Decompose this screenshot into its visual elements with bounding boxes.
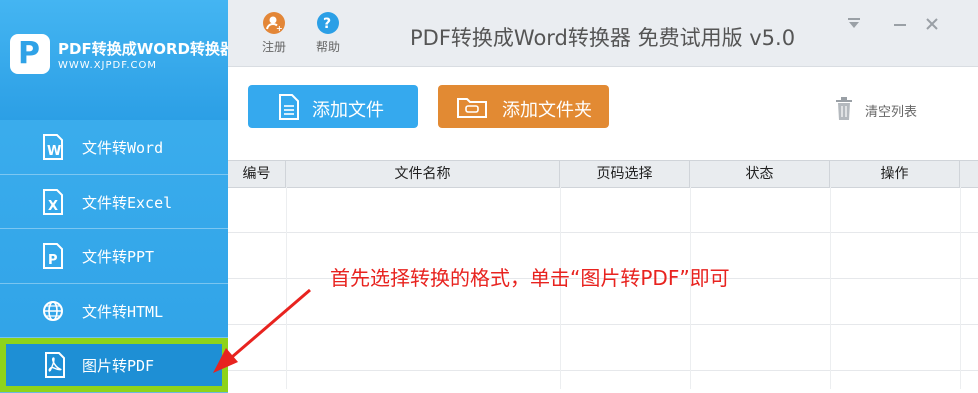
help-button[interactable]: ? 帮助: [308, 12, 348, 55]
sidebar-item-ppt[interactable]: P 文件转PPT: [0, 229, 228, 284]
add-file-button[interactable]: 添加文件: [248, 85, 418, 128]
table-row: [228, 325, 978, 371]
brand-title: PDF转换成WORD转换器: [58, 40, 235, 58]
register-button[interactable]: + 注册: [254, 12, 294, 55]
sidebar-nav: W 文件转Word X 文件转Excel P 文件转PPT 文件转HTML 图片…: [0, 120, 228, 393]
column-header-actions[interactable]: 操作: [830, 161, 960, 187]
sidebar-item-label: 文件转PPT: [82, 248, 155, 266]
help-icon: ?: [317, 12, 339, 34]
sidebar-item-label: 文件转HTML: [82, 302, 164, 321]
excel-doc-icon: X: [43, 188, 63, 215]
minimize-icon[interactable]: [846, 16, 862, 37]
sidebar-item-label: 图片转PDF: [82, 357, 155, 375]
svg-text:W: W: [47, 144, 61, 159]
ppt-doc-icon: P: [43, 243, 63, 269]
word-doc-icon: W: [43, 134, 63, 160]
svg-text:+: +: [276, 24, 283, 33]
brand-area: P PDF转换成WORD转换器 WWW.XJPDF.COM: [0, 0, 235, 120]
sidebar: P PDF转换成WORD转换器 WWW.XJPDF.COM W 文件转Word …: [0, 0, 235, 393]
help-label: 帮助: [315, 40, 340, 54]
add-file-label: 添加文件: [312, 100, 384, 121]
app-logo: P: [10, 34, 50, 74]
sidebar-item-image-to-pdf[interactable]: 图片转PDF: [0, 338, 228, 393]
brand-url: WWW.XJPDF.COM: [58, 60, 158, 71]
register-label: 注册: [261, 40, 286, 54]
sidebar-item-word[interactable]: W 文件转Word: [0, 120, 228, 175]
file-icon: [279, 94, 299, 120]
column-header-page-select[interactable]: 页码选择: [560, 161, 690, 187]
svg-text:X: X: [48, 199, 58, 214]
globe-icon: [43, 300, 63, 321]
close-icon[interactable]: [924, 16, 940, 37]
clear-list-label: 清空列表: [865, 105, 918, 120]
sidebar-item-label: 文件转Excel: [82, 193, 173, 212]
instruction-annotation: 首先选择转换的格式，单击“图片转PDF”即可: [330, 266, 730, 290]
sidebar-item-excel[interactable]: X 文件转Excel: [0, 175, 228, 229]
add-folder-label: 添加文件夹: [502, 100, 592, 121]
column-divider: [960, 187, 961, 389]
user-icon: +: [263, 12, 285, 34]
column-divider: [830, 187, 831, 389]
column-header-status[interactable]: 状态: [690, 161, 830, 187]
svg-text:P: P: [48, 253, 58, 268]
toolbar: 添加文件 添加文件夹 清空列表: [228, 67, 978, 159]
column-divider: [286, 187, 287, 389]
trash-icon: [836, 97, 852, 120]
sidebar-item-label: 文件转Word: [82, 139, 164, 157]
column-header-filename[interactable]: 文件名称: [286, 161, 560, 187]
add-folder-button[interactable]: 添加文件夹: [438, 85, 609, 128]
pdf-doc-icon: [45, 352, 65, 378]
minimize-button[interactable]: [892, 16, 908, 37]
folder-icon: [457, 98, 487, 118]
column-header-index[interactable]: 编号: [228, 161, 286, 187]
title-bar: + 注册 ? 帮助 PDF转换成Word转换器 免费试用版 v5.0: [228, 0, 978, 67]
window-title: PDF转换成Word转换器 免费试用版 v5.0: [410, 26, 796, 50]
sidebar-item-html[interactable]: 文件转HTML: [0, 284, 228, 338]
svg-text:?: ?: [323, 16, 331, 32]
table-row: [228, 187, 978, 233]
table-header: 编号 文件名称 页码选择 状态 操作: [228, 160, 978, 188]
